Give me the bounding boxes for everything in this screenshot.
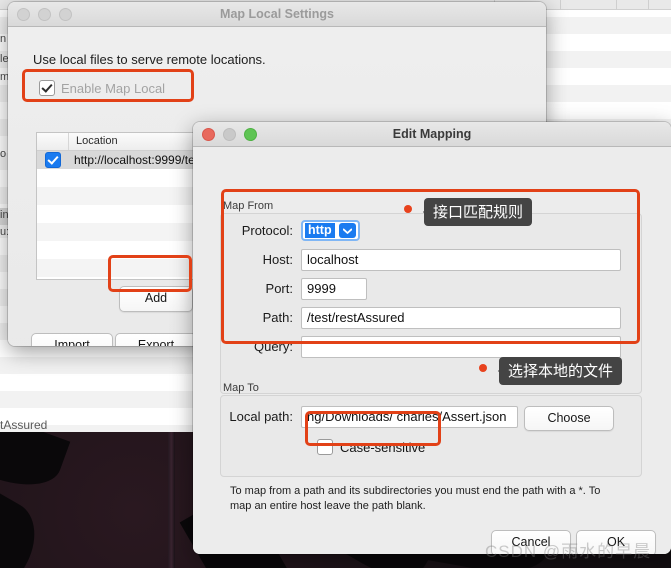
query-input[interactable]	[301, 336, 621, 358]
edit-mapping-titlebar[interactable]: Edit Mapping	[193, 122, 671, 147]
case-sensitive-label: Case-sensitive	[340, 439, 426, 455]
edit-mapping-window-title: Edit Mapping	[392, 127, 472, 141]
minimize-button-icon[interactable]	[38, 7, 51, 21]
port-label: Port:	[265, 281, 293, 296]
map-local-window-title: Map Local Settings	[220, 7, 334, 21]
bg-text-1: n	[0, 33, 7, 45]
column-header-check[interactable]	[37, 133, 69, 150]
path-input[interactable]: /test/restAssured	[301, 307, 621, 329]
bg-text-4: o	[0, 148, 7, 160]
screen-root: n le m o in u: tAssured Map Local Settin…	[0, 0, 671, 568]
maximize-button-icon[interactable]	[59, 7, 72, 21]
port-input[interactable]: 9999	[301, 278, 367, 300]
protocol-label: Protocol:	[241, 223, 293, 238]
map-local-titlebar[interactable]: Map Local Settings	[8, 2, 546, 27]
choose-button[interactable]: Choose	[524, 406, 614, 431]
close-button-icon[interactable]	[17, 7, 30, 21]
path-label: Path:	[262, 310, 293, 325]
case-sensitive-row[interactable]: Case-sensitive	[317, 439, 425, 455]
callout-dot-protocol	[404, 205, 412, 213]
host-input[interactable]: localhost	[301, 249, 621, 271]
row-enabled-checkbox-cell[interactable]	[37, 152, 69, 168]
protocol-select[interactable]: http	[301, 220, 360, 241]
local-path-input[interactable]: ng/Downloads/ charles/Assert.json	[301, 406, 518, 428]
watermark: CSDN @雨水的早晨	[485, 542, 652, 561]
case-sensitive-checkbox[interactable]	[317, 439, 333, 455]
row-location-value: http://localhost:9999/te	[74, 153, 195, 167]
edit-mapping-window: Edit Mapping Map From Protocol: http Hos…	[193, 122, 671, 554]
traffic-lights	[193, 127, 257, 141]
protocol-selected-value: http	[305, 223, 335, 238]
query-label: Query:	[253, 339, 293, 354]
map-local-hint-text: Use local files to serve remote location…	[33, 52, 266, 67]
zoom-icon[interactable]	[244, 127, 257, 141]
traffic-lights-inactive	[8, 7, 72, 21]
close-icon[interactable]	[202, 127, 215, 141]
local-path-label: Local path:	[229, 409, 293, 424]
chevron-down-icon[interactable]	[339, 223, 356, 238]
minimize-icon[interactable]	[223, 127, 236, 141]
map-from-group-label: Map From	[223, 200, 274, 212]
callout-dot-localpath	[479, 364, 487, 372]
help-text: To map from a path and its subdirectorie…	[230, 485, 601, 512]
enable-map-local-row[interactable]: Enable Map Local	[39, 80, 165, 96]
row-enabled-checkbox[interactable]	[45, 152, 61, 168]
enable-map-local-checkbox[interactable]	[39, 80, 55, 96]
add-button[interactable]: Add	[119, 286, 193, 312]
import-button[interactable]: Import	[31, 333, 113, 346]
map-to-group-label: Map To	[223, 382, 259, 394]
bg-text-7: tAssured	[0, 418, 48, 432]
callout-protocol: 接口匹配规则	[422, 198, 533, 226]
export-button[interactable]: Export	[115, 333, 197, 346]
callout-local-path: 选择本地的文件	[497, 357, 623, 385]
host-label: Host:	[262, 252, 293, 267]
enable-map-local-label: Enable Map Local	[61, 80, 166, 96]
